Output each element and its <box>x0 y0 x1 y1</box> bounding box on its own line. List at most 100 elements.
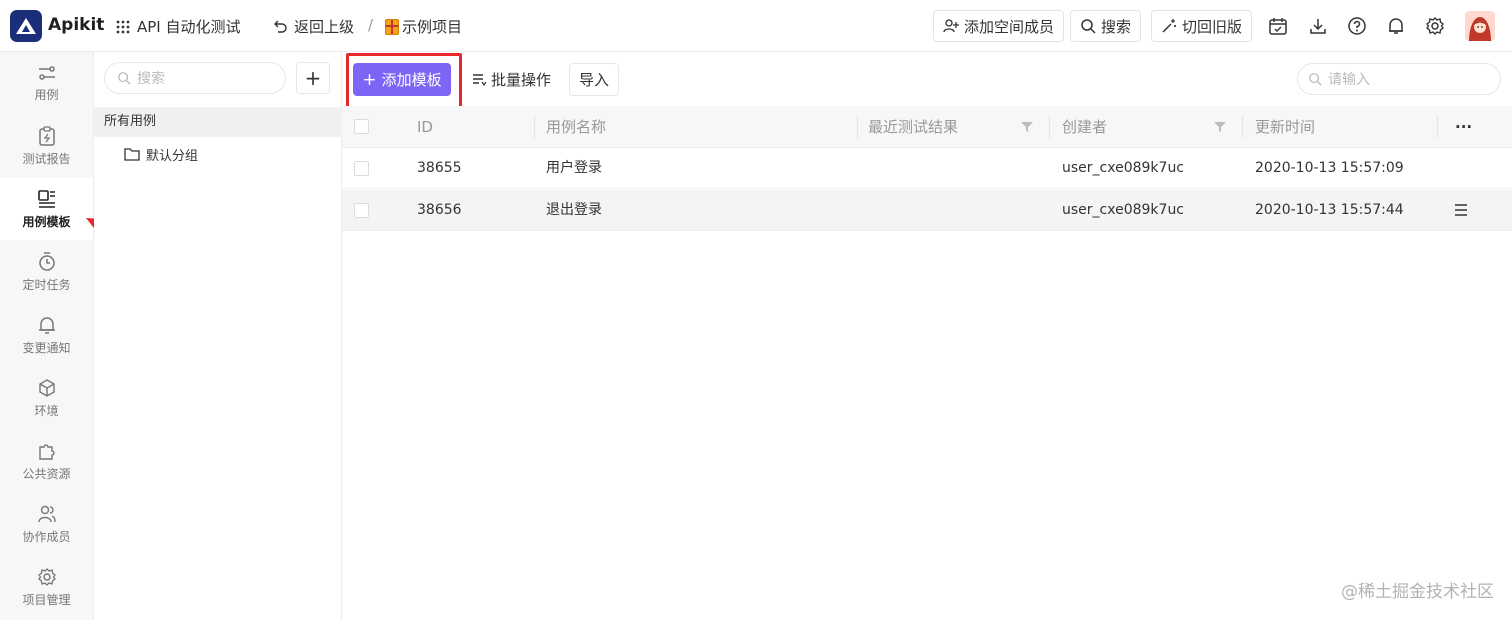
timer-icon <box>38 251 55 271</box>
batch-operation-button[interactable]: 批量操作 <box>463 63 561 96</box>
apikit-logo-icon[interactable] <box>10 10 42 42</box>
table-search-placeholder: 请输入 <box>1328 72 1370 88</box>
add-member-button[interactable]: 添加空间成员 <box>933 10 1065 42</box>
magic-wand-icon <box>1162 19 1176 33</box>
breadcrumb-project[interactable]: 示例项目 <box>385 16 462 37</box>
column-divider <box>857 116 858 138</box>
search-icon <box>1081 19 1096 34</box>
table-header: ID 用例名称 最近测试结果 创建者 更新时间 ··· <box>342 106 1512 148</box>
cell-name[interactable]: 用户登录 <box>546 148 602 189</box>
add-member-label: 添加空间成员 <box>964 17 1055 36</box>
puzzle-icon <box>38 443 55 460</box>
column-header-id[interactable]: ID <box>417 106 433 148</box>
column-divider <box>1437 116 1438 138</box>
plus-icon: + <box>362 69 377 90</box>
filter-icon[interactable] <box>1021 121 1033 133</box>
cell-id: 38655 <box>417 160 462 176</box>
more-columns-icon[interactable]: ··· <box>1455 106 1472 148</box>
row-menu-icon[interactable] <box>1454 203 1468 217</box>
column-divider <box>1049 116 1050 138</box>
main-content: + 添加模板 批量操作 导入 请输入 ID 用例名称 最近测试结果 创建者 更新… <box>342 52 1512 620</box>
switch-old-version-label: 切回旧版 <box>1182 17 1243 36</box>
gear-icon <box>37 567 56 586</box>
column-header-creator[interactable]: 创建者 <box>1062 106 1107 148</box>
bell-icon[interactable] <box>1386 16 1406 36</box>
app-name: API 自动化测试 <box>137 18 241 36</box>
sidebar-item-label: 公共资源 <box>22 466 71 481</box>
sidebar-item-members[interactable]: 协作成员 <box>0 493 93 555</box>
column-divider <box>1242 116 1243 138</box>
table-search-input[interactable]: 请输入 <box>1297 63 1501 95</box>
back-label: 返回上级 <box>294 18 355 36</box>
project-name: 示例项目 <box>402 18 463 36</box>
sidebar-item-label: 变更通知 <box>22 340 71 355</box>
top-bar: Apikit API 自动化测试 返回上级 / 示例项目 添加空间成员 搜索 切… <box>0 0 1512 52</box>
folder-icon <box>124 148 140 161</box>
cube-icon <box>38 378 55 397</box>
sidebar-item-cases[interactable]: 用例 <box>0 52 93 114</box>
cell-updated: 2020-10-13 15:57:09 <box>1255 160 1404 176</box>
tree-search-placeholder: 搜索 <box>137 71 165 87</box>
add-group-button[interactable]: + <box>296 62 330 94</box>
sidebar-item-change-notice[interactable]: 变更通知 <box>0 304 93 366</box>
bell-icon <box>38 316 55 334</box>
settings-icon[interactable] <box>1425 16 1445 36</box>
grid-icon <box>116 20 130 33</box>
row-checkbox[interactable] <box>354 203 369 218</box>
sidebar-item-label: 项目管理 <box>22 592 71 607</box>
tree-item-all-cases[interactable]: 所有用例 <box>94 107 342 137</box>
undo-icon <box>274 20 287 33</box>
cell-updated: 2020-10-13 15:57:44 <box>1255 202 1404 218</box>
case-icon <box>38 65 55 80</box>
back-button[interactable]: 返回上级 <box>272 16 354 37</box>
import-label: 导入 <box>579 71 610 89</box>
tree-item-default-group[interactable]: 默认分组 <box>124 142 198 166</box>
column-divider <box>534 116 535 138</box>
sidebar-item-project-management[interactable]: 项目管理 <box>0 556 93 618</box>
brand-name: Apikit <box>48 15 105 35</box>
filter-icon[interactable] <box>1214 121 1226 133</box>
user-avatar[interactable] <box>1465 11 1495 41</box>
add-template-label: 添加模板 <box>381 71 442 89</box>
batch-operation-label: 批量操作 <box>491 71 552 89</box>
help-icon[interactable] <box>1347 16 1367 36</box>
global-search-button[interactable]: 搜索 <box>1070 10 1142 42</box>
sidebar-item-label: 环境 <box>34 403 59 418</box>
table-row[interactable]: 38655 用户登录 user_cxe089k7uc 2020-10-13 15… <box>342 148 1512 189</box>
left-sidebar: 用例 测试报告 用例模板 定时任务 变更通知 环境 公共资源 协作成员 项目管理 <box>0 52 94 620</box>
template-icon <box>37 189 55 208</box>
search-icon <box>1309 73 1322 86</box>
cell-creator: user_cxe089k7uc <box>1062 160 1185 176</box>
watermark: @稀土掘金技术社区 <box>1341 582 1494 602</box>
app-switcher[interactable]: API 自动化测试 <box>115 16 241 37</box>
sidebar-item-label: 测试报告 <box>22 151 71 166</box>
tree-group-label: 默认分组 <box>146 148 199 164</box>
column-header-updated[interactable]: 更新时间 <box>1255 106 1315 148</box>
import-button[interactable]: 导入 <box>569 63 620 96</box>
sidebar-item-label: 协作成员 <box>22 529 71 544</box>
sidebar-item-test-report[interactable]: 测试报告 <box>0 115 93 177</box>
cell-name[interactable]: 退出登录 <box>546 190 602 231</box>
sidebar-item-label: 用例模板 <box>22 214 71 229</box>
cell-creator: user_cxe089k7uc <box>1062 202 1185 218</box>
add-user-icon <box>943 19 959 33</box>
tree-search-input[interactable]: 搜索 <box>104 62 286 94</box>
sidebar-item-environment[interactable]: 环境 <box>0 367 93 429</box>
column-header-result[interactable]: 最近测试结果 <box>868 106 958 148</box>
sidebar-item-public-resources[interactable]: 公共资源 <box>0 430 93 492</box>
sidebar-item-label: 用例 <box>34 87 59 102</box>
column-header-name[interactable]: 用例名称 <box>546 106 606 148</box>
table-row[interactable]: 38656 退出登录 user_cxe089k7uc 2020-10-13 15… <box>342 190 1512 231</box>
members-icon <box>37 505 56 522</box>
switch-old-version-button[interactable]: 切回旧版 <box>1151 10 1253 42</box>
row-checkbox[interactable] <box>354 161 369 176</box>
gift-icon <box>385 18 399 35</box>
global-search-label: 搜索 <box>1101 17 1132 36</box>
search-icon <box>118 72 131 85</box>
download-icon[interactable] <box>1308 16 1328 36</box>
calendar-icon[interactable] <box>1268 16 1288 36</box>
list-icon <box>473 73 486 86</box>
add-template-button[interactable]: + 添加模板 <box>353 63 451 96</box>
select-all-checkbox[interactable] <box>354 119 369 134</box>
cell-id: 38656 <box>417 202 462 218</box>
